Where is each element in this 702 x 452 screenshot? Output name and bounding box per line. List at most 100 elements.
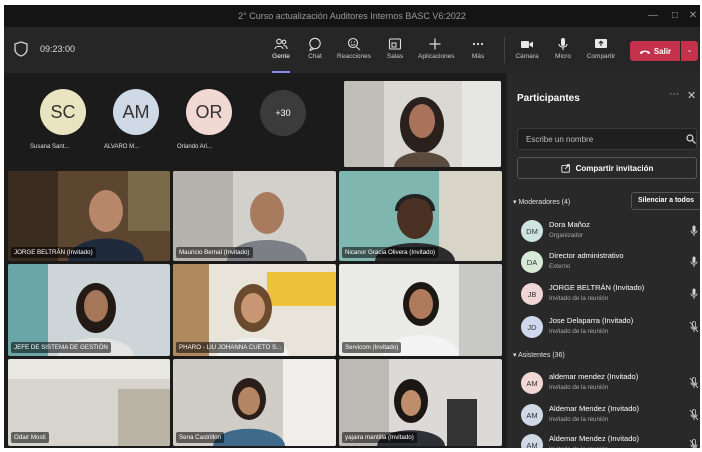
close-icon[interactable]: ✕ xyxy=(686,9,700,23)
avatar: AM xyxy=(521,372,543,394)
video-tile[interactable]: Mauricio Bernal (Invitado) xyxy=(173,171,336,261)
share-invite-button[interactable]: Compartir invitación xyxy=(517,157,697,179)
leave-label: Salir xyxy=(653,46,672,56)
tile-name: Mauricio Bernal (Invitado) xyxy=(176,247,253,258)
chat-button[interactable]: Chat xyxy=(298,33,332,69)
chat-icon xyxy=(309,37,321,51)
moderators-section-header[interactable]: ▾ Moderadores (4) xyxy=(513,198,570,206)
rooms-label: Salas xyxy=(386,53,404,60)
leave-dropdown-chevron-icon[interactable]: ⌄ xyxy=(681,41,698,61)
apps-label: Aplicaciones xyxy=(418,53,455,60)
participant-row[interactable]: JD Jose Delaparra (Invitado) Invitado de… xyxy=(521,313,700,341)
maximize-icon[interactable]: □ xyxy=(668,9,682,23)
panel-more-icon[interactable]: ⋯ xyxy=(669,89,679,100)
minimize-icon[interactable]: — xyxy=(646,9,660,23)
participant-name: Aldemar Mendez (Invitado) xyxy=(549,434,640,443)
meeting-timer: 09:23:00 xyxy=(40,44,76,54)
video-tile[interactable]: JORGE BELTRÁN (Invitado) xyxy=(8,171,170,261)
share-button[interactable]: Compartir xyxy=(584,33,618,69)
reactions-button[interactable]: Reacciones xyxy=(337,33,371,69)
tile-name: Odair Mosti xyxy=(11,432,49,443)
avatar-name: Orlando Ari... xyxy=(177,144,213,150)
tile-name: Nicanor Gracia Olivera (Invitado) xyxy=(342,247,439,258)
video-tile[interactable]: Sena Castrillon xyxy=(173,359,336,446)
participant-row[interactable]: JB JORGE BELTRÁN (Invitado) Invitado de … xyxy=(521,280,700,308)
avatar-name: ALVARO M... xyxy=(104,144,140,150)
more-label: Más xyxy=(471,53,485,60)
share-invite-label: Compartir invitación xyxy=(575,163,654,173)
participant-role: Invitado de la reunión xyxy=(549,295,609,302)
video-tile[interactable]: Odair Mosti xyxy=(8,359,170,446)
moderators-label: Moderadores (4) xyxy=(518,199,571,206)
window-title: 2° Curso actualización Auditores Interno… xyxy=(238,11,466,21)
meeting-toolbar: 09:23:00 Gente Chat Reacciones Salas Apl… xyxy=(4,27,700,73)
more-button[interactable]: Más xyxy=(461,33,495,69)
mic-label: Micro xyxy=(555,53,571,60)
share-invite-icon xyxy=(561,164,570,173)
video-tile[interactable]: Servicom (Invitado) xyxy=(339,264,502,356)
video-tile[interactable]: JEFE DE SISTEMA DE GESTIÓN xyxy=(8,264,170,356)
teams-meeting-window: 2° Curso actualización Auditores Interno… xyxy=(4,5,700,448)
participant-row[interactable]: AM aldemar mendez (Invitado) Invitado de… xyxy=(521,369,700,397)
tile-name: PHARO - LIU JOHANNA CUETO S... xyxy=(176,342,285,353)
avatar: JD xyxy=(521,316,543,338)
reactions-label: Reacciones xyxy=(337,53,371,60)
mute-all-button[interactable]: Silenciar a todos xyxy=(631,192,700,210)
avatar[interactable]: AM xyxy=(113,89,159,135)
toolbar-divider xyxy=(504,37,505,63)
panel-close-icon[interactable]: ✕ xyxy=(687,89,696,102)
participant-name: aldemar mendez (Invitado) xyxy=(549,372,639,381)
avatar: JB xyxy=(521,283,543,305)
mic-icon xyxy=(690,288,698,299)
phone-hangup-icon xyxy=(639,50,650,54)
mic-muted-icon xyxy=(689,377,699,389)
camera-label: Cámara xyxy=(515,53,539,60)
participant-role: Invitado de la reunión xyxy=(549,384,609,391)
participant-row[interactable]: DM Dora Mañoz Organizador xyxy=(521,217,700,245)
camera-button[interactable]: Cámara xyxy=(510,33,544,69)
apps-icon xyxy=(429,38,441,50)
avatar: AM xyxy=(521,434,543,448)
rooms-button[interactable]: Salas xyxy=(378,33,412,69)
chevron-down-icon: ▾ xyxy=(513,352,517,359)
participant-name: JORGE BELTRÁN (Invitado) xyxy=(549,283,645,292)
avatar: AM xyxy=(521,404,543,426)
tile-name: yajaira mantilla (Invitado) xyxy=(342,432,417,443)
mic-icon xyxy=(690,225,698,236)
self-view-video xyxy=(344,81,501,167)
reactions-icon xyxy=(347,37,361,51)
share-screen-icon xyxy=(595,39,607,48)
share-label: Compartir xyxy=(586,53,616,60)
mic-button[interactable]: Micro xyxy=(546,33,580,69)
video-tile[interactable]: yajaira mantilla (Invitado) xyxy=(339,359,502,446)
participant-role: Externo xyxy=(549,263,571,270)
participant-name: Jose Delaparra (Invitado) xyxy=(549,316,634,325)
more-participants-button[interactable]: +30 xyxy=(260,90,306,136)
avatar[interactable]: OR xyxy=(186,89,232,135)
avatar-name: Susana Sant... xyxy=(30,144,70,150)
leave-button[interactable]: Salir xyxy=(630,41,680,61)
apps-button[interactable]: Aplicaciones xyxy=(418,33,455,69)
attendees-label: Asistentes (36) xyxy=(518,352,565,359)
avatar: DA xyxy=(521,251,543,273)
participant-row[interactable]: DA Director administrativo Externo xyxy=(521,248,700,276)
tile-name: JEFE DE SISTEMA DE GESTIÓN xyxy=(11,342,111,353)
participant-row[interactable]: AM Aldemar Mendez (Invitado) Invitado de… xyxy=(521,431,700,448)
participants-panel: Participantes ⋯ ✕ Escribe un nombre Comp… xyxy=(507,73,700,448)
mic-muted-icon xyxy=(689,439,698,448)
tile-name: Servicom (Invitado) xyxy=(342,342,402,353)
participant-search-input[interactable]: Escribe un nombre xyxy=(517,128,697,150)
video-tile[interactable]: Nicanor Gracia Olivera (Invitado) xyxy=(339,171,502,261)
self-view-tile[interactable] xyxy=(344,81,501,167)
video-tile[interactable]: PHARO - LIU JOHANNA CUETO S... xyxy=(173,264,336,356)
attendees-section-header[interactable]: ▾ Asistentes (36) xyxy=(513,351,565,359)
people-button[interactable]: Gente xyxy=(264,33,298,73)
participant-name: Director administrativo xyxy=(549,251,624,260)
mic-icon xyxy=(690,256,698,267)
search-icon xyxy=(686,134,696,144)
camera-icon xyxy=(521,41,533,48)
avatar[interactable]: SC xyxy=(40,89,86,135)
more-icon xyxy=(472,42,484,46)
mic-muted-icon xyxy=(689,409,699,421)
participant-row[interactable]: AM Aldemar Mendez (Invitado) Invitado de… xyxy=(521,401,700,429)
